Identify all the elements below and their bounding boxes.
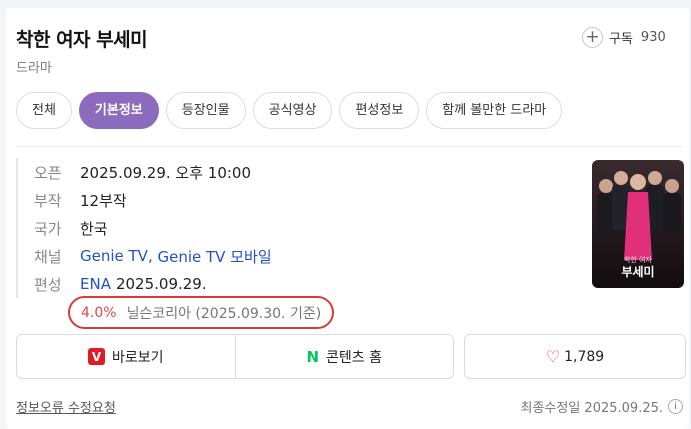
poster-title-large: 부세미 (621, 264, 654, 279)
open-value: 2025.09.29. 오후 10:00 (80, 163, 252, 182)
page-title: 착한 여자 부세미 (16, 29, 148, 51)
last-updated: 최종수정일 2025.09.25. i (520, 397, 683, 416)
info-row-episodes: 부작 12부작 (34, 186, 272, 214)
like-button[interactable]: ♡ 1,789 (464, 334, 686, 379)
content-home-label: 콘텐츠 홈 (326, 349, 383, 366)
action-bar: V 바로보기 N 콘텐츠 홈 ♡ 1,789 (16, 334, 686, 379)
tab-all[interactable]: 전체 (16, 92, 72, 129)
info-row-schedule: 편성 ENA 2025.09.29. (34, 270, 272, 298)
channel-link-genie-tv-mobile[interactable]: Genie TV 모바일 (158, 246, 272, 267)
channel-separator: , (147, 247, 158, 265)
rating-badge: 4.0% 닐슨코리아 (2025.09.30. 기준) (68, 296, 335, 329)
poster-art: 착한 여자 부세미 (592, 160, 684, 288)
plus-icon: + (582, 27, 603, 48)
country-value: 한국 (80, 219, 108, 238)
info-list: 오픈 2025.09.29. 오후 10:00 부작 12부작 국가 한국 채널… (16, 158, 272, 298)
poster-image[interactable]: 착한 여자 부세미 (592, 160, 684, 288)
episodes-label: 부작 (34, 191, 62, 210)
naver-n-icon: N (306, 347, 320, 366)
schedule-label: 편성 (34, 275, 62, 294)
poster-title-small: 착한 여자 (624, 255, 653, 264)
tab-characters[interactable]: 등장인물 (165, 92, 246, 129)
tab-official-videos[interactable]: 공식영상 (252, 92, 333, 129)
info-row-open: 오픈 2025.09.29. 오후 10:00 (34, 158, 272, 186)
subscribe-label: 구독 (609, 32, 633, 47)
info-icon[interactable]: i (668, 399, 683, 414)
channel-label: 채널 (34, 247, 62, 266)
info-row-country: 국가 한국 (34, 214, 272, 242)
rating-value: 4.0% (81, 304, 117, 321)
tab-schedule[interactable]: 편성정보 (339, 92, 420, 129)
report-error-link[interactable]: 정보오류 수정요청 (16, 397, 116, 416)
heart-icon: ♡ (545, 347, 561, 366)
content-home-button[interactable]: N 콘텐츠 홈 (234, 335, 454, 378)
episodes-value: 12부작 (80, 191, 127, 210)
channel-link-genie-tv[interactable]: Genie TV (80, 247, 148, 265)
schedule-channel-link[interactable]: ENA (80, 275, 111, 293)
genie-tv-icon: V (87, 348, 105, 365)
rating-source: 닐슨코리아 (2025.09.30. 기준) (126, 305, 322, 322)
tab-bar: 전체 기본정보 등장인물 공식영상 편성정보 함께 볼만한 드라마 (16, 92, 563, 129)
like-count: 1,789 (564, 348, 605, 365)
tab-recommended[interactable]: 함께 볼만한 드라마 (426, 92, 563, 129)
subscribe-button[interactable]: + 구독 930 (582, 27, 666, 48)
tab-basic-info[interactable]: 기본정보 (78, 92, 159, 129)
schedule-date: 2025.09.29. (115, 275, 207, 293)
info-row-channel: 채널 Genie TV , Genie TV 모바일 (34, 242, 272, 270)
watch-now-label: 바로보기 (111, 349, 164, 366)
open-label: 오픈 (34, 163, 62, 182)
watch-content-group: V 바로보기 N 콘텐츠 홈 (16, 334, 454, 379)
subscribe-count: 930 (640, 30, 666, 45)
category-label: 드라마 (16, 61, 52, 76)
last-updated-text: 최종수정일 2025.09.25. (520, 401, 664, 416)
divider (16, 146, 683, 147)
watch-now-button[interactable]: V 바로보기 (17, 335, 235, 378)
country-label: 국가 (34, 219, 62, 238)
